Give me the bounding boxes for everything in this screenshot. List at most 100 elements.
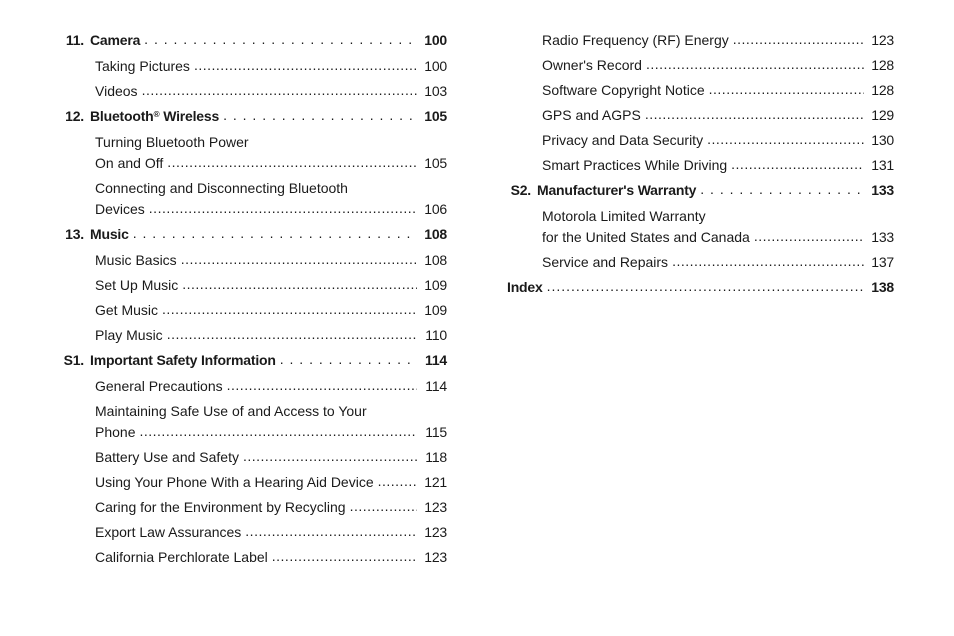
- page-number: 108: [417, 224, 447, 245]
- dot-leaders: ........................................…: [672, 251, 864, 272]
- toc-sub-entry: Export Law Assurances...................…: [60, 522, 447, 543]
- chapter-number: S1.: [60, 350, 90, 371]
- dot-leaders: ........................................…: [142, 80, 417, 101]
- sub-title-line1: Motorola Limited Warranty: [537, 206, 894, 227]
- page-number: 105: [417, 106, 447, 127]
- dot-leaders: ........................................…: [181, 249, 417, 270]
- toc-sub-entry-multiline: Motorola Limited Warrantyfor the United …: [507, 206, 894, 248]
- spacer: [60, 178, 90, 220]
- dot-leaders: ........................................…: [227, 375, 417, 396]
- page-number: 108: [417, 250, 447, 271]
- registered-symbol: ®: [154, 109, 160, 119]
- page-number: 109: [417, 300, 447, 321]
- page-number: 123: [417, 522, 447, 543]
- page-number: 138: [864, 277, 894, 298]
- dot-leaders: ........................................…: [167, 324, 417, 345]
- toc-sub-entry: Taking Pictures.........................…: [60, 56, 447, 77]
- page-number: 121: [417, 472, 447, 493]
- chapter-title: Music: [90, 224, 133, 245]
- page-number: 128: [864, 80, 894, 101]
- toc-sub-entry: Get Music...............................…: [60, 300, 447, 321]
- chapter-number: 11.: [60, 30, 90, 51]
- chapter-title: Important Safety Information: [90, 350, 280, 371]
- toc-chapter-entry: 13.Music. . . . . . . . . . . . . . . . …: [60, 224, 447, 245]
- page-number: 105: [417, 153, 447, 174]
- toc-chapter-entry: 12.Bluetooth® Wireless. . . . . . . . . …: [60, 106, 447, 127]
- chapter-title: Camera: [90, 30, 144, 51]
- page-number: 100: [417, 56, 447, 77]
- page-number: 114: [417, 376, 447, 397]
- dot-leaders: ........................................…: [350, 496, 417, 517]
- toc-chapter-entry: 11.Camera. . . . . . . . . . . . . . . .…: [60, 30, 447, 51]
- chapter-title: Manufacturer's Warranty: [537, 180, 700, 201]
- dot-leaders: ........................................…: [378, 471, 417, 492]
- sub-title: Battery Use and Safety: [90, 447, 243, 468]
- page-number: 123: [864, 30, 894, 51]
- chapter-number: S2.: [507, 180, 537, 201]
- sub-title: Caring for the Environment by Recycling: [90, 497, 350, 518]
- sub-title: Play Music: [90, 325, 167, 346]
- sub-title: Using Your Phone With a Hearing Aid Devi…: [90, 472, 378, 493]
- sub-title: Videos: [90, 81, 142, 102]
- sub-title: Set Up Music: [90, 275, 182, 296]
- sub-title-line1: Turning Bluetooth Power: [90, 132, 447, 153]
- dot-leaders: ........................................…: [645, 104, 864, 125]
- sub-title: Smart Practices While Driving: [537, 155, 731, 176]
- page-number: 109: [417, 275, 447, 296]
- page-number: 110: [417, 325, 447, 346]
- dot-leaders: ........................................…: [733, 29, 864, 50]
- dot-leaders: ........................................…: [709, 79, 864, 100]
- toc-sub-entry: Videos..................................…: [60, 81, 447, 102]
- dot-leaders: ........................................…: [731, 154, 864, 175]
- spacer: [507, 206, 537, 248]
- sub-title: General Precautions: [90, 376, 227, 397]
- toc-sub-entry: Service and Repairs.....................…: [507, 252, 894, 273]
- chapter-title: Bluetooth® Wireless: [90, 106, 223, 127]
- dot-leaders: ........................................…: [245, 521, 417, 542]
- dot-leaders: ........................................…: [754, 226, 864, 247]
- page-number: 129: [864, 105, 894, 126]
- sub-title-line2: On and Off: [90, 153, 167, 174]
- sub-title-line2: Devices: [90, 199, 149, 220]
- page-number: 137: [864, 252, 894, 273]
- dot-leaders: ........................................…: [162, 299, 417, 320]
- dot-leaders: ........................................…: [547, 276, 864, 297]
- dot-leaders: ........................................…: [243, 446, 417, 467]
- dot-leaders: ........................................…: [167, 152, 417, 173]
- sub-title-line2: for the United States and Canada: [537, 227, 754, 248]
- dot-leaders: . . . . . . . . . . . . . . . . . . . . …: [133, 223, 417, 244]
- toc-sub-entry: Privacy and Data Security...............…: [507, 130, 894, 151]
- index-title: Index: [507, 277, 547, 298]
- toc-sub-entry: Owner's Record..........................…: [507, 55, 894, 76]
- toc-sub-entry: Caring for the Environment by Recycling.…: [60, 497, 447, 518]
- sub-title: Taking Pictures: [90, 56, 194, 77]
- toc-sub-entry-multiline: Turning Bluetooth PowerOn and Off.......…: [60, 132, 447, 174]
- page-number: 123: [417, 497, 447, 518]
- sub-title: Get Music: [90, 300, 162, 321]
- dot-leaders: ........................................…: [194, 55, 417, 76]
- page-number: 130: [864, 130, 894, 151]
- dot-leaders: ........................................…: [272, 546, 417, 567]
- toc-sub-entry: Radio Frequency (RF) Energy.............…: [507, 30, 894, 51]
- dot-leaders: . . . . . . . . . . . . . . . . . . . . …: [144, 29, 417, 50]
- dot-leaders: ........................................…: [139, 421, 417, 442]
- page-number: 128: [864, 55, 894, 76]
- toc-sub-entry: Set Up Music............................…: [60, 275, 447, 296]
- page-number: 133: [864, 180, 894, 201]
- sub-title: Owner's Record: [537, 55, 646, 76]
- toc-sub-entry: Play Music..............................…: [60, 325, 447, 346]
- dot-leaders: ........................................…: [707, 129, 864, 150]
- chapter-number: 12.: [60, 106, 90, 127]
- toc-sub-entry-multiline: Maintaining Safe Use of and Access to Yo…: [60, 401, 447, 443]
- page-number: 131: [864, 155, 894, 176]
- toc-sub-entry: California Perchlorate Label............…: [60, 547, 447, 568]
- dot-leaders: ........................................…: [149, 198, 417, 219]
- dot-leaders: ........................................…: [182, 274, 417, 295]
- dot-leaders: . . . . . . . . . . . . . . . . . . . . …: [223, 105, 417, 126]
- sub-title: GPS and AGPS: [537, 105, 645, 126]
- sub-title: Software Copyright Notice: [537, 80, 709, 101]
- toc-chapter-entry: S1.Important Safety Information. . . . .…: [60, 350, 447, 371]
- toc-sub-entry: Using Your Phone With a Hearing Aid Devi…: [60, 472, 447, 493]
- sub-title: Radio Frequency (RF) Energy: [537, 30, 733, 51]
- toc-sub-entry: Music Basics............................…: [60, 250, 447, 271]
